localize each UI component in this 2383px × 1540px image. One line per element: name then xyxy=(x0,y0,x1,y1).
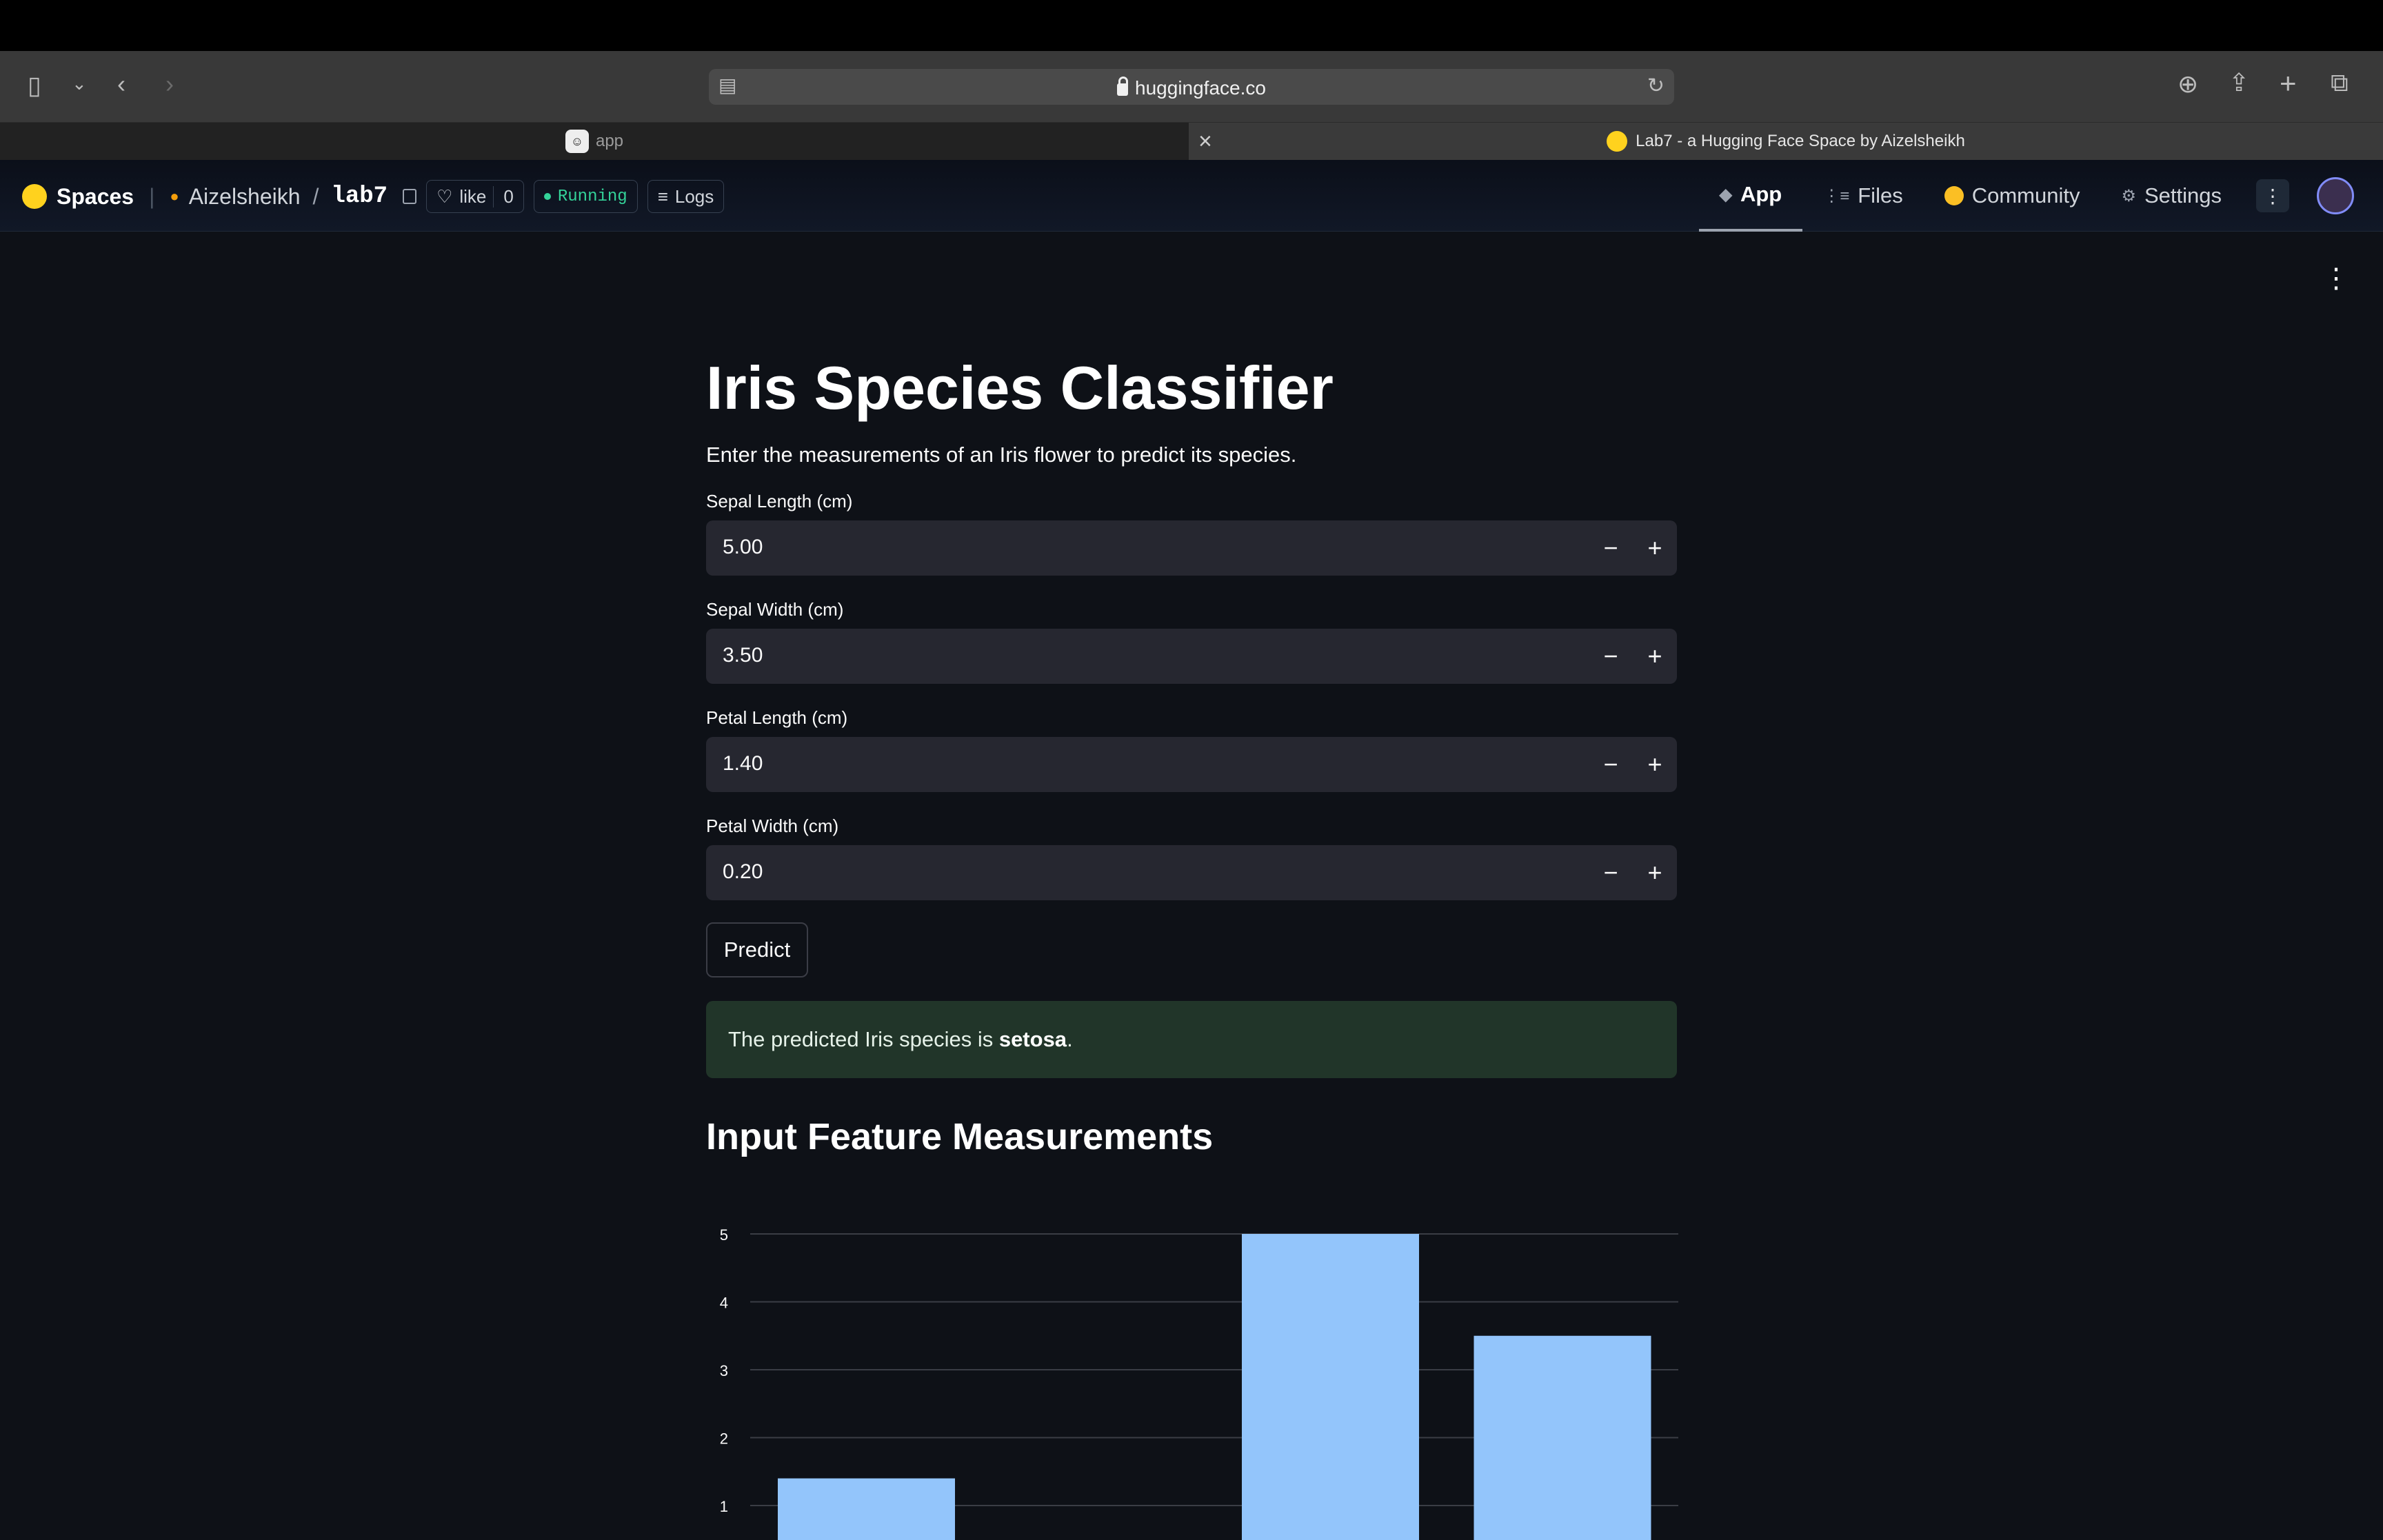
slash-separator: / xyxy=(312,183,319,209)
tab-app[interactable]: ☺ app xyxy=(0,123,1189,160)
like-count: 0 xyxy=(493,185,514,207)
input-value[interactable]: 0.20 xyxy=(723,860,763,884)
tab-label: Files xyxy=(1858,183,1903,207)
tab-label: Community xyxy=(1971,183,2080,207)
increment-button[interactable]: + xyxy=(1637,855,1673,891)
user-avatar-icon: ● xyxy=(170,188,179,205)
logs-button[interactable]: ≡ Logs xyxy=(647,180,725,213)
tab-overview-icon[interactable]: ⧉ xyxy=(2331,70,2349,95)
result-suffix: . xyxy=(1067,1026,1073,1051)
owner-link[interactable]: Aizelsheikh xyxy=(189,184,301,210)
result-prefix: The predicted Iris species is xyxy=(728,1026,999,1051)
avatar[interactable] xyxy=(2317,177,2354,214)
more-options-button[interactable]: ⋮ xyxy=(2256,179,2289,212)
tab-label: Lab7 - a Hugging Face Space by Aizelshei… xyxy=(1636,132,1965,150)
hf-header: Spaces | ● Aizelsheikh / lab7 ♡ like 0 R… xyxy=(0,160,2383,232)
space-nav: ◆ App ⋮≡ Files Community ⚙ Settings ⋮ xyxy=(1698,160,2383,232)
decrement-button[interactable]: − xyxy=(1593,638,1629,674)
tab-label: app xyxy=(595,132,624,150)
address-bar[interactable]: ▤ huggingface.co ↻ xyxy=(709,69,1674,105)
petal-width-input[interactable]: 0.20 − + xyxy=(706,844,1677,900)
tab-label: Settings xyxy=(2144,183,2222,207)
decrement-button[interactable]: − xyxy=(1593,855,1629,891)
browser-toolbar: ▯ ⌄ ‹ › ▤ huggingface.co ↻ ⊕ ⇪ + ⧉ xyxy=(0,51,2383,123)
menu-bar-strip xyxy=(0,0,2383,51)
tab-app[interactable]: ◆ App xyxy=(1698,160,1803,232)
app-main: Iris Species Classifier Enter the measur… xyxy=(706,345,1677,1158)
sepal-width-input[interactable]: 3.50 − + xyxy=(706,628,1677,684)
tab-label: App xyxy=(1740,182,1782,206)
sepal-length-input[interactable]: 5.00 − + xyxy=(706,520,1677,576)
logs-icon: ≡ xyxy=(657,185,668,207)
spaces-link[interactable]: Spaces xyxy=(57,184,134,210)
like-button[interactable]: ♡ like 0 xyxy=(426,180,524,213)
status-dot-icon xyxy=(543,193,551,200)
tab-bar: ☺ app Lab7 - a Hugging Face Space by Aiz… xyxy=(0,123,2383,160)
tab-lab7[interactable]: Lab7 - a Hugging Face Space by Aizelshei… xyxy=(1189,123,2383,160)
input-value[interactable]: 5.00 xyxy=(723,536,763,559)
page-description: Enter the measurements of an Iris flower… xyxy=(706,442,1297,467)
y-tick-label: 4 xyxy=(720,1295,728,1312)
cube-icon: ◆ xyxy=(1719,185,1732,204)
download-icon[interactable]: ⊕ xyxy=(2178,72,2198,97)
hf-logo-icon[interactable] xyxy=(22,184,47,209)
status-badge[interactable]: Running xyxy=(533,180,638,213)
reload-icon[interactable]: ↻ xyxy=(1647,76,1665,97)
new-tab-icon[interactable]: + xyxy=(2280,69,2297,98)
feature-bar-chart: 1 2 3 4 5 xyxy=(720,1226,1678,1540)
decrement-button[interactable]: − xyxy=(1593,747,1629,782)
tab-files[interactable]: ⋮≡ Files xyxy=(1802,160,1923,232)
community-icon xyxy=(1944,186,1964,205)
app-menu-icon[interactable]: ⋮ xyxy=(2322,265,2350,292)
sidebar-toggle-icon[interactable]: ▯ xyxy=(28,73,41,98)
increment-button[interactable]: + xyxy=(1637,638,1673,674)
y-tick-label: 2 xyxy=(720,1430,728,1448)
prediction-result: The predicted Iris species is setosa. xyxy=(706,1000,1677,1078)
repo-link[interactable]: lab7 xyxy=(331,183,388,210)
hf-logo-icon xyxy=(1607,131,1628,152)
bar-petal-length-cm[interactable] xyxy=(778,1478,955,1540)
y-tick-label: 1 xyxy=(720,1498,728,1515)
files-icon: ⋮≡ xyxy=(1823,186,1850,205)
forward-icon[interactable]: › xyxy=(165,72,174,97)
copy-icon[interactable] xyxy=(403,189,417,204)
predict-button[interactable]: Predict xyxy=(706,922,808,977)
page-title: Iris Species Classifier xyxy=(706,354,1334,422)
sepal-width-label: Sepal Width (cm) xyxy=(706,598,844,620)
tab-community[interactable]: Community xyxy=(1924,160,2101,232)
input-value[interactable]: 3.50 xyxy=(723,644,763,667)
hf-favicon-icon: ☺ xyxy=(565,130,589,153)
lock-icon xyxy=(1117,77,1129,96)
close-icon[interactable]: × xyxy=(1198,128,1212,155)
bar-sepal-length-cm[interactable] xyxy=(1242,1234,1419,1540)
petal-length-input[interactable]: 1.40 − + xyxy=(706,736,1677,792)
like-label: like xyxy=(459,185,487,207)
increment-button[interactable]: + xyxy=(1637,747,1673,782)
back-icon[interactable]: ‹ xyxy=(117,72,125,97)
bar-sepal-width-cm[interactable] xyxy=(1474,1335,1651,1540)
y-tick-label: 5 xyxy=(720,1226,728,1244)
heart-icon: ♡ xyxy=(436,185,453,207)
petal-width-label: Petal Width (cm) xyxy=(706,815,839,836)
gear-icon: ⚙ xyxy=(2121,186,2136,205)
divider: | xyxy=(149,183,155,209)
decrement-button[interactable]: − xyxy=(1593,530,1629,566)
y-tick-label: 3 xyxy=(720,1362,728,1379)
share-icon[interactable]: ⇪ xyxy=(2229,70,2249,95)
url-text: huggingface.co xyxy=(709,77,1674,99)
chevron-down-icon[interactable]: ⌄ xyxy=(72,74,87,92)
increment-button[interactable]: + xyxy=(1637,530,1673,566)
section-title: Input Feature Measurements xyxy=(706,1115,1214,1157)
status-text: Running xyxy=(557,187,627,206)
tab-settings[interactable]: ⚙ Settings xyxy=(2100,160,2242,232)
logs-label: Logs xyxy=(674,185,714,207)
input-value[interactable]: 1.40 xyxy=(723,752,763,776)
petal-length-label: Petal Length (cm) xyxy=(706,707,848,728)
result-species: setosa xyxy=(998,1026,1067,1051)
sepal-length-label: Sepal Length (cm) xyxy=(706,490,853,511)
